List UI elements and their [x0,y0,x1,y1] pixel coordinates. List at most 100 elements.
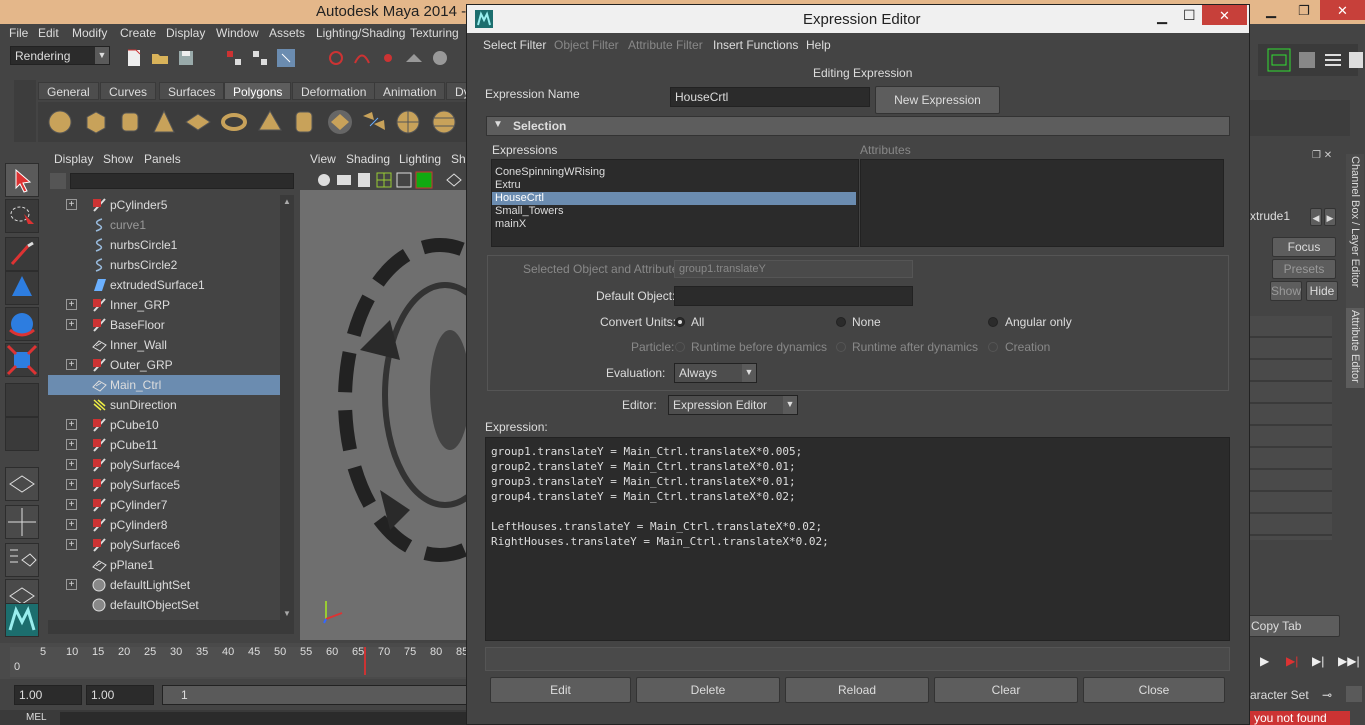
mode-dropdown[interactable]: Rendering ▼ [10,46,110,65]
outliner-layout[interactable] [5,543,39,577]
four-view-layout[interactable] [5,505,39,539]
expand-icon[interactable]: + [66,199,77,210]
expand-icon[interactable]: + [66,499,77,510]
film-gate-icon[interactable] [394,170,414,190]
go-to-end-icon[interactable]: ▶▶| [1338,654,1360,668]
focus-button[interactable]: Focus [1272,237,1336,257]
next-node-icon[interactable]: ▶ [1324,208,1336,226]
expand-icon[interactable]: + [66,419,77,430]
shelf-tab-general[interactable]: General [38,82,99,100]
expand-icon[interactable]: + [66,479,77,490]
convert-none-radio[interactable] [836,317,846,327]
outliner-menu-show[interactable]: Show [103,152,133,166]
presets-button[interactable]: Presets [1272,259,1336,279]
outliner-item[interactable]: + Outer_GRP [48,355,280,375]
menu-edit[interactable]: Edit [38,26,59,40]
shelf-tab-surfaces[interactable]: Surfaces [159,82,225,100]
outliner-item[interactable]: extrudedSurface1 [48,275,280,295]
outliner-item[interactable]: + polySurface4 [48,455,280,475]
poly-separate-icon[interactable] [360,108,388,136]
viewport-menu-lighting[interactable]: Lighting [399,152,441,166]
playback-start-field[interactable]: 1.00 [86,685,154,705]
range-bar[interactable]: 1 [162,685,468,705]
particle-before-radio[interactable] [675,342,685,352]
poly-smooth-icon[interactable] [394,108,422,136]
poly-cone-icon[interactable] [150,108,178,136]
expand-icon[interactable]: + [66,359,77,370]
menu-window[interactable]: Window [216,26,259,40]
shelf-tab-curves[interactable]: Curves [100,82,157,100]
poly-pyramid-icon[interactable] [256,108,284,136]
poly-combine-icon[interactable] [326,108,354,136]
select-component-icon[interactable] [276,48,296,68]
snap-curve-icon[interactable] [352,48,372,68]
show-button[interactable]: Show [1270,281,1302,301]
shelf-tab-animation[interactable]: Animation [374,82,446,100]
poly-plane-icon[interactable] [184,108,212,136]
poly-mirror-icon[interactable] [430,108,458,136]
outliner-item[interactable]: + Inner_GRP [48,295,280,315]
outliner-item[interactable]: pPlane1 [48,555,280,575]
panel-float-icons[interactable]: ❐ ✕ [1312,150,1342,162]
particle-creation-radio[interactable] [988,342,998,352]
convert-all-radio[interactable] [675,317,685,327]
outliner-menu-display[interactable]: Display [54,152,93,166]
menu-file[interactable]: File [9,26,28,40]
rotate-tool[interactable] [5,307,39,341]
shelf-tab-deformation[interactable]: Deformation [292,82,376,100]
snap-point-icon[interactable] [378,48,398,68]
shelf-tab-polygons[interactable]: Polygons [224,82,292,100]
attribute-editor-toggle-icon[interactable] [1296,49,1318,71]
restore-icon[interactable]: ❐ [1298,3,1310,19]
expression-list-item[interactable]: Small_Towers [492,205,856,218]
outliner-menu-panels[interactable]: Panels [144,152,181,166]
expression-list-item[interactable]: Extru [492,179,856,192]
outliner-item[interactable]: defaultObjectSet [48,595,280,615]
grid-icon[interactable] [374,170,394,190]
delete-button[interactable]: Delete [636,677,780,703]
viewport-3d[interactable] [300,190,470,640]
viewport-menu-shading[interactable]: Shading [346,152,390,166]
camera-attr-icon[interactable] [334,170,354,190]
outliner-filter-input[interactable] [70,173,294,189]
timeline-track[interactable] [10,647,470,677]
expand-icon[interactable]: + [66,459,77,470]
poly-sphere-icon[interactable] [46,108,74,136]
select-tool[interactable] [5,163,39,197]
close-button[interactable]: Close [1083,677,1225,703]
expression-name-field[interactable]: HouseCrtl [670,87,870,107]
character-set-toggle[interactable] [1346,686,1362,702]
channel-box-toggle-icon[interactable] [1266,47,1292,73]
copy-tab-button[interactable]: Copy Tab [1246,615,1340,637]
key-icon[interactable]: ⊸ [1322,688,1332,702]
outliner-item[interactable]: + pCylinder8 [48,515,280,535]
move-tool[interactable] [5,271,39,305]
close-icon[interactable]: ✕ [1202,5,1247,25]
bookmark-icon[interactable] [354,170,374,190]
save-icon[interactable] [176,48,196,68]
time-slider[interactable]: 0 5 10 15 20 25 30 35 40 45 50 55 60 65 70 75 80 85 [0,643,470,679]
paint-select-tool[interactable] [5,237,39,271]
next-key-icon[interactable]: ▶| [1312,654,1324,668]
menu-lighting-shading[interactable]: Lighting/Shading [316,26,405,40]
menu-display[interactable]: Display [166,26,205,40]
scroll-down-icon[interactable]: ▼ [283,609,291,618]
poly-cylinder-icon[interactable] [116,108,144,136]
hide-button[interactable]: Hide [1306,281,1338,301]
poly-cube-icon[interactable] [82,108,110,136]
default-object-field[interactable] [674,286,913,306]
edit-button[interactable]: Edit [490,677,631,703]
poly-torus-icon[interactable] [220,108,248,136]
scale-tool[interactable] [5,343,39,377]
outliner-item[interactable]: Inner_Wall [48,335,280,355]
expand-icon[interactable]: + [66,439,77,450]
minimize-icon[interactable]: ▁ [1266,3,1276,19]
vtab-channel-box[interactable]: Channel Box / Layer Editor [1346,154,1364,324]
menu-assets[interactable]: Assets [269,26,305,40]
expand-icon[interactable]: + [66,319,77,330]
expand-icon[interactable]: + [66,299,77,310]
maximize-icon[interactable]: ☐ [1183,7,1196,24]
outliner-scrollbar[interactable]: ▲ ▼ [280,195,294,625]
step-forward-icon[interactable]: ▶| [1286,654,1298,668]
outliner-item[interactable]: Main_Ctrl [48,375,280,395]
